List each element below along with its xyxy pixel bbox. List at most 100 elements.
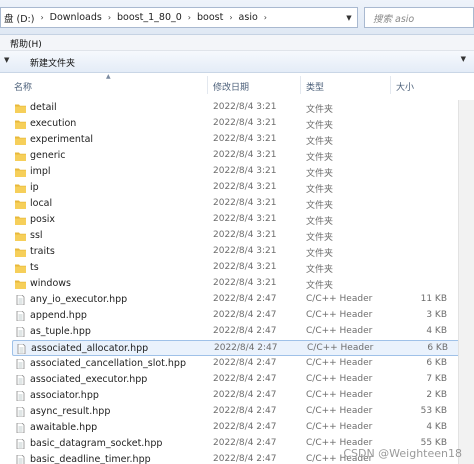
file-size: 7 KB <box>426 374 447 384</box>
file-modified-date: 2022/8/4 3:21 <box>213 150 277 160</box>
folder-row[interactable]: detail 2022/8/4 3:21 文件夹 <box>12 100 474 116</box>
folder-icon <box>15 103 26 113</box>
file-row[interactable]: async_result.hpp 2022/8/4 2:47 C/C++ Heade… <box>12 404 474 420</box>
file-size: 53 KB <box>420 406 447 416</box>
file-type: 文件夹 <box>306 137 334 147</box>
file-type: 文件夹 <box>306 185 334 195</box>
file-row[interactable]: associated_cancellation_slot.hpp 2022/8/4… <box>12 356 474 372</box>
file-modified-date: 2022/8/4 2:47 <box>213 294 277 304</box>
file-modified-date: 2022/8/4 3:21 <box>213 278 277 288</box>
file-type: 文件夹 <box>306 217 334 227</box>
folder-icon <box>15 215 26 225</box>
breadcrumb-separator-icon[interactable]: › <box>226 13 235 22</box>
folder-row[interactable]: ssl 2022/8/4 3:21 文件夹 <box>12 228 474 244</box>
folder-icon <box>15 151 26 161</box>
file-icon <box>15 294 26 306</box>
column-headers: ▲ 名称 修改日期 类型 大小 <box>0 73 474 96</box>
file-row[interactable]: as_tuple.hpp 2022/8/4 2:47 C/C++ Header 4 K… <box>12 324 474 340</box>
file-modified-date: 2022/8/4 2:47 <box>213 422 277 432</box>
file-modified-date: 2022/8/4 2:47 <box>213 310 277 320</box>
file-row[interactable]: awaitable.hpp 2022/8/4 2:47 C/C++ Header 4 … <box>12 420 474 436</box>
toolbar: ▼ 新建文件夹 ▼ <box>0 51 474 73</box>
breadcrumb-item-boost-1-80-0[interactable]: boost_1_80_0 <box>114 8 185 27</box>
file-size: 11 KB <box>420 294 447 304</box>
breadcrumb-item-boost[interactable]: boost <box>194 8 226 27</box>
file-type: 文件夹 <box>306 201 334 211</box>
folder-row[interactable]: impl 2022/8/4 3:21 文件夹 <box>12 164 474 180</box>
file-icon <box>15 454 26 464</box>
file-row[interactable]: append.hpp 2022/8/4 2:47 C/C++ Header 3 KB <box>12 308 474 324</box>
file-modified-date: 2022/8/4 3:21 <box>213 214 277 224</box>
file-modified-date: 2022/8/4 3:21 <box>213 262 277 272</box>
file-name: associated_cancellation_slot.hpp <box>30 358 186 369</box>
folder-row[interactable]: posix 2022/8/4 3:21 文件夹 <box>12 212 474 228</box>
breadcrumb[interactable]: 盘 (D:) › Downloads › boost_1_80_0 › boos… <box>0 7 358 28</box>
file-name: execution <box>30 118 77 129</box>
file-row[interactable]: any_io_executor.hpp 2022/8/4 2:47 C/C++ He… <box>12 292 474 308</box>
file-icon <box>15 358 26 370</box>
breadcrumb-item-downloads[interactable]: Downloads <box>47 8 105 27</box>
file-modified-date: 2022/8/4 3:21 <box>213 198 277 208</box>
column-divider[interactable] <box>207 76 208 94</box>
column-divider[interactable] <box>300 76 301 94</box>
breadcrumb-drive[interactable]: 盘 (D:) <box>1 8 37 27</box>
folder-row[interactable]: windows 2022/8/4 3:21 文件夹 <box>12 276 474 292</box>
file-name: async_result.hpp <box>30 406 111 417</box>
file-row[interactable]: associator.hpp 2022/8/4 2:47 C/C++ Header 2… <box>12 388 474 404</box>
file-name: windows <box>30 278 71 289</box>
folder-row[interactable]: traits 2022/8/4 3:21 文件夹 <box>12 244 474 260</box>
file-name: generic <box>30 150 66 161</box>
file-icon <box>15 422 26 434</box>
file-icon <box>15 390 26 402</box>
file-modified-date: 2022/8/4 2:47 <box>213 406 277 416</box>
file-icon <box>15 438 26 450</box>
sort-ascending-icon: ▲ <box>106 73 111 80</box>
file-modified-date: 2022/8/4 2:47 <box>214 343 278 353</box>
file-modified-date: 2022/8/4 2:47 <box>213 374 277 384</box>
file-icon <box>15 310 26 322</box>
folder-row[interactable]: generic 2022/8/4 3:21 文件夹 <box>12 148 474 164</box>
menu-help[interactable]: 帮助(H) <box>10 37 42 50</box>
breadcrumb-separator-icon[interactable]: › <box>37 13 46 22</box>
column-header-type[interactable]: 类型 <box>306 80 324 93</box>
folder-icon <box>15 263 26 273</box>
address-history-dropdown-icon[interactable]: ▼ <box>341 8 357 27</box>
file-modified-date: 2022/8/4 2:47 <box>213 454 277 464</box>
breadcrumb-separator-icon[interactable]: › <box>105 13 114 22</box>
view-options-dropdown-icon[interactable]: ▼ <box>461 55 466 63</box>
file-modified-date: 2022/8/4 3:21 <box>213 102 277 112</box>
file-name: associated_executor.hpp <box>30 374 148 385</box>
folder-row[interactable]: ts 2022/8/4 3:21 文件夹 <box>12 260 474 276</box>
folder-row[interactable]: local 2022/8/4 3:21 文件夹 <box>12 196 474 212</box>
menu-bar: 帮助(H) <box>0 35 474 51</box>
file-name: local <box>30 198 53 209</box>
file-type: 文件夹 <box>306 233 334 243</box>
breadcrumb-item-asio[interactable]: asio <box>236 8 261 27</box>
file-row[interactable]: associated_allocator.hpp 2022/8/4 2:47 C/C… <box>12 340 474 356</box>
file-icon <box>16 343 27 355</box>
column-header-modified[interactable]: 修改日期 <box>213 80 249 93</box>
search-input[interactable]: 搜索 asio <box>364 7 474 28</box>
file-modified-date: 2022/8/4 3:21 <box>213 246 277 256</box>
folder-row[interactable]: experimental 2022/8/4 3:21 文件夹 <box>12 132 474 148</box>
vertical-scrollbar[interactable] <box>458 100 474 464</box>
breadcrumb-separator-icon[interactable]: › <box>185 13 194 22</box>
file-type: 文件夹 <box>306 121 334 131</box>
file-type: C/C++ Header <box>306 358 373 368</box>
folder-row[interactable]: ip 2022/8/4 3:21 文件夹 <box>12 180 474 196</box>
file-modified-date: 2022/8/4 3:21 <box>213 230 277 240</box>
column-header-name[interactable]: 名称 <box>14 80 32 93</box>
file-list: detail 2022/8/4 3:21 文件夹 execution 2022/8/4 … <box>0 100 474 464</box>
organize-dropdown-icon[interactable]: ▼ <box>4 56 9 64</box>
file-name: traits <box>30 246 55 257</box>
new-folder-button[interactable]: 新建文件夹 <box>30 56 75 69</box>
file-name: as_tuple.hpp <box>30 326 91 337</box>
breadcrumb-separator-icon[interactable]: › <box>261 13 270 22</box>
folder-row[interactable]: execution 2022/8/4 3:21 文件夹 <box>12 116 474 132</box>
column-header-size[interactable]: 大小 <box>396 80 414 93</box>
file-size: 4 KB <box>426 326 447 336</box>
column-divider[interactable] <box>390 76 391 94</box>
file-row[interactable]: associated_executor.hpp 2022/8/4 2:47 C/C+… <box>12 372 474 388</box>
file-type: C/C++ Header <box>306 374 373 384</box>
folder-icon <box>15 183 26 193</box>
